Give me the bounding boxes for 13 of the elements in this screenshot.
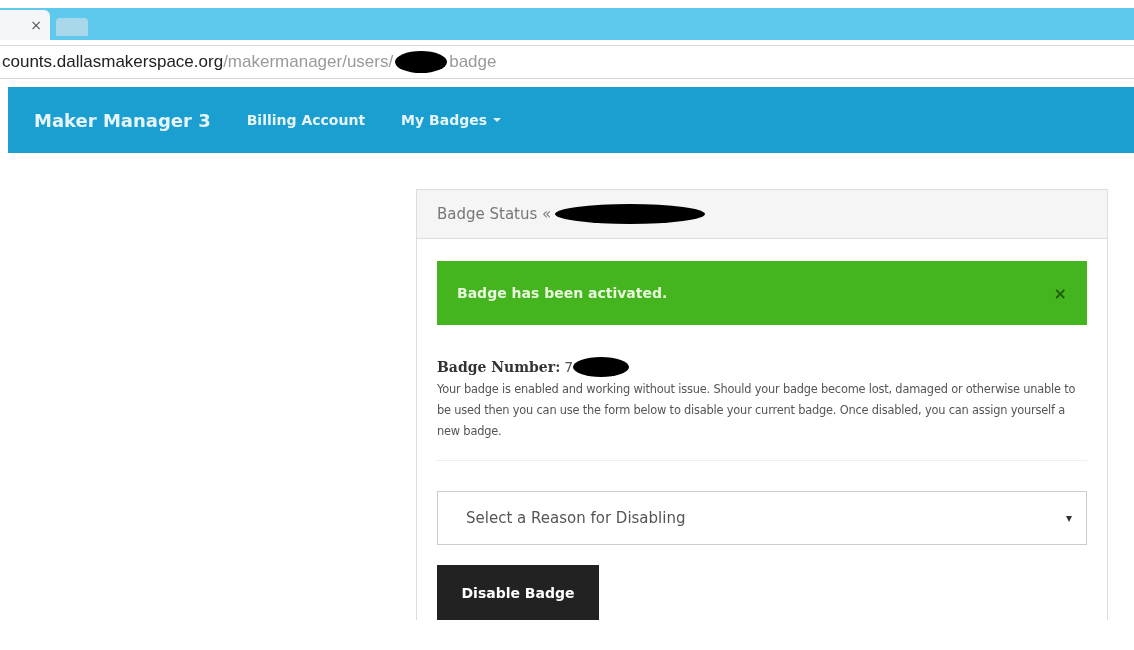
redaction-mark [395,51,448,73]
alert-message: Badge has been activated. [457,285,668,301]
badge-number: 7 [564,359,574,375]
badge-label: Badge Number: [437,359,561,375]
disable-badge-button[interactable]: Disable Badge [437,565,599,620]
reason-select[interactable]: Select a Reason for Disabling ▾ [437,491,1087,545]
new-tab-button[interactable] [56,18,88,36]
address-bar[interactable]: counts.dallasmakerspace.org/makermanager/users/ badge [0,45,1134,79]
redaction-mark [573,357,630,377]
browser-tab[interactable]: × [0,10,50,40]
close-icon[interactable]: × [30,17,42,33]
badge-description: Your badge is enabled and working without issue. Should your badge become lost, damaged or otherwise unable to be used then you can use the form below to disable your current badge. Once disabled, you can assign yourself a new badge. [437,381,1077,440]
panel-heading: Badge Status « [437,205,552,223]
